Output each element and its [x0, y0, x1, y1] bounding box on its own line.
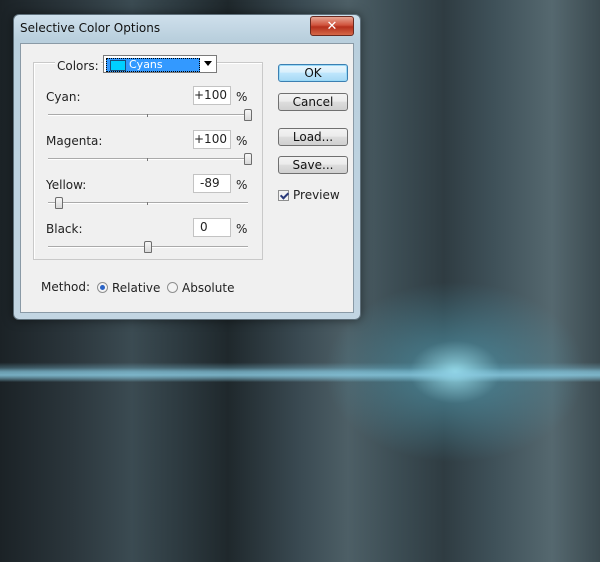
magenta-slider-track[interactable] — [48, 158, 248, 160]
close-icon: ✕ — [326, 18, 338, 34]
magenta-slider-thumb[interactable] — [244, 153, 252, 165]
method-absolute-label[interactable]: Absolute — [182, 281, 234, 295]
yellow-slider-track[interactable] — [48, 202, 248, 204]
cyan-percent: % — [236, 90, 248, 104]
color-swatch-icon — [110, 60, 126, 71]
colors-dropdown-value: Cyans — [129, 58, 163, 71]
colors-label: Colors: — [55, 59, 101, 73]
preview-checkbox[interactable] — [278, 190, 289, 201]
colors-dropdown-selection: Cyans — [106, 58, 200, 72]
yellow-label: Yellow: — [46, 178, 87, 192]
method-label: Method: — [41, 280, 91, 294]
chevron-down-icon[interactable] — [204, 61, 212, 66]
magenta-label: Magenta: — [46, 134, 103, 148]
yellow-input[interactable]: -89 — [193, 174, 231, 193]
cyan-slider-thumb[interactable] — [244, 109, 252, 121]
yellow-slider-thumb[interactable] — [55, 197, 63, 209]
black-slider-thumb[interactable] — [144, 241, 152, 253]
yellow-percent: % — [236, 178, 248, 192]
title-bar[interactable]: Selective Color Options ✕ — [14, 15, 360, 41]
cancel-button[interactable]: Cancel — [278, 93, 348, 111]
black-label: Black: — [46, 222, 83, 236]
black-percent: % — [236, 222, 248, 236]
magenta-percent: % — [236, 134, 248, 148]
magenta-slider-tick — [147, 158, 148, 161]
method-relative-radio[interactable] — [97, 282, 108, 293]
method-absolute-radio[interactable] — [167, 282, 178, 293]
cyan-input[interactable]: +100 — [193, 86, 231, 105]
light-flare — [0, 368, 600, 382]
dialog-body: Colors: Cyans Cyan: +100 % Magenta: +100… — [20, 43, 354, 313]
colors-dropdown[interactable]: Cyans — [103, 55, 217, 73]
selective-color-dialog: Selective Color Options ✕ Colors: Cyans … — [13, 14, 361, 320]
save-button[interactable]: Save... — [278, 156, 348, 174]
ok-button[interactable]: OK — [278, 64, 348, 82]
magenta-input[interactable]: +100 — [193, 130, 231, 149]
close-button[interactable]: ✕ — [310, 16, 354, 36]
cyan-slider-tick — [147, 114, 148, 117]
cyan-slider-track[interactable] — [48, 114, 248, 116]
load-button[interactable]: Load... — [278, 128, 348, 146]
yellow-slider-tick — [147, 202, 148, 205]
black-input[interactable]: 0 — [193, 218, 231, 237]
dialog-title: Selective Color Options — [20, 21, 161, 35]
method-relative-label[interactable]: Relative — [112, 281, 160, 295]
cyan-label: Cyan: — [46, 90, 81, 104]
preview-label[interactable]: Preview — [293, 188, 340, 202]
